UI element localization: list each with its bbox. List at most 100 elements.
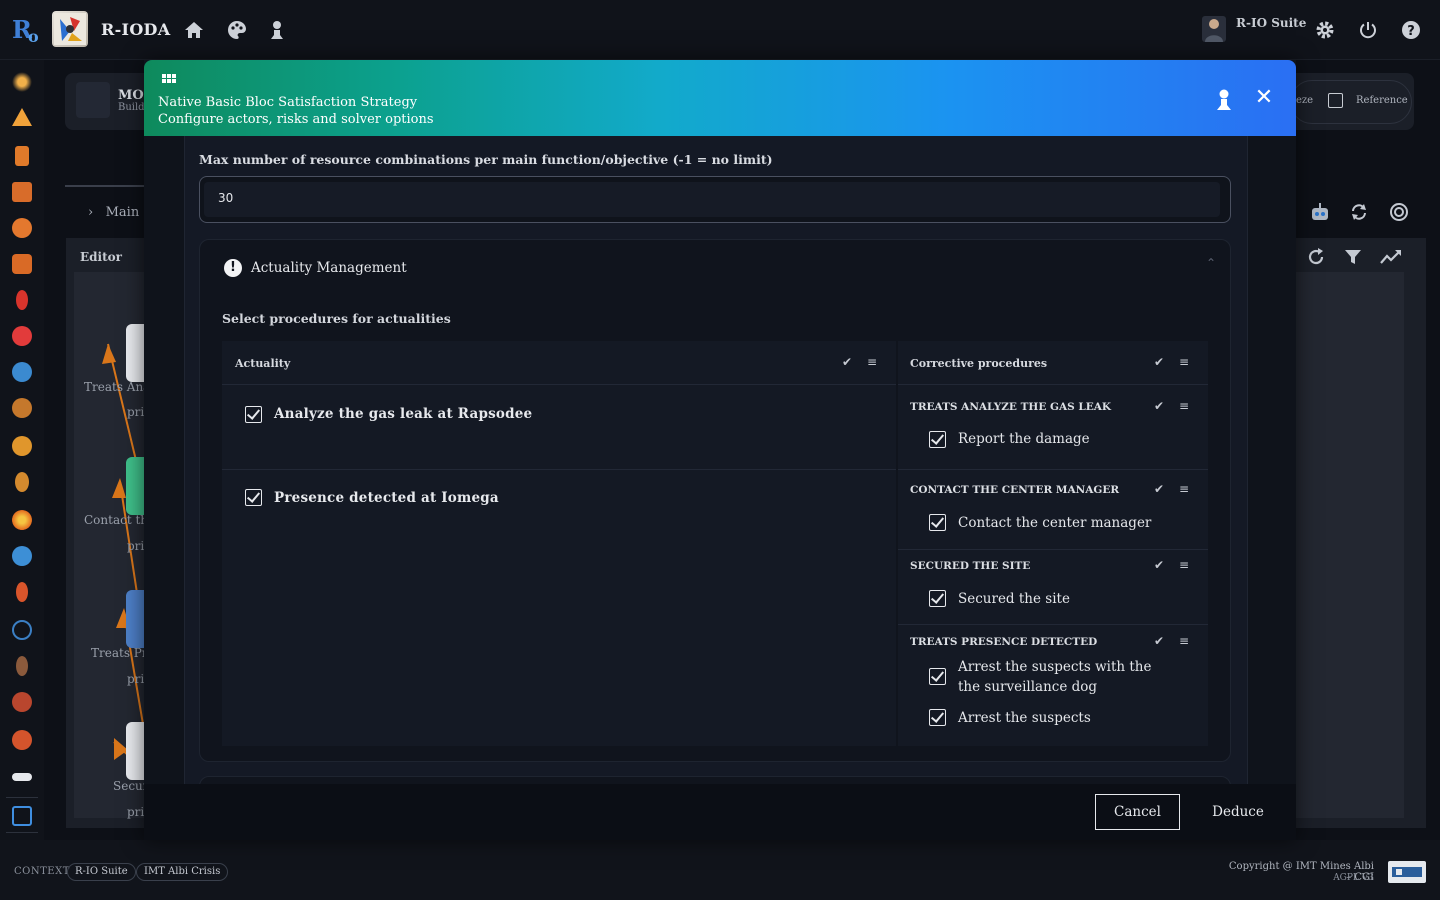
context-label: CONTEXT bbox=[14, 866, 70, 877]
filter-icon[interactable] bbox=[1342, 246, 1364, 268]
sidebar-tool-icon-19[interactable] bbox=[12, 730, 32, 750]
select-procedures-label: Select procedures for actualities bbox=[222, 311, 451, 326]
sidebar-tool-icon-11[interactable] bbox=[12, 436, 32, 456]
graph-node[interactable] bbox=[126, 590, 146, 648]
fire-icon[interactable] bbox=[12, 510, 32, 530]
section-title[interactable]: Actuality Management bbox=[251, 260, 407, 276]
max-combinations-label: Max number of resource combinations per … bbox=[199, 152, 773, 167]
person-icon[interactable] bbox=[266, 19, 288, 41]
menu-icon[interactable]: ≡ bbox=[1179, 355, 1189, 369]
graph-node[interactable] bbox=[126, 324, 146, 382]
sync-icon[interactable] bbox=[1348, 201, 1370, 223]
trend-icon[interactable] bbox=[1380, 246, 1402, 268]
close-icon[interactable]: ✕ bbox=[1252, 86, 1276, 110]
user-avatar[interactable] bbox=[1202, 16, 1226, 42]
svg-text:o: o bbox=[28, 27, 39, 46]
window-icon bbox=[162, 74, 176, 83]
model-icon bbox=[76, 82, 110, 118]
context-chip-suite[interactable]: R-IO Suite bbox=[67, 863, 136, 881]
sidebar-tool-icon-4[interactable] bbox=[12, 182, 32, 202]
right-canvas bbox=[1296, 272, 1404, 818]
procedure-label[interactable]: Arrest the suspects with the the surveil… bbox=[958, 657, 1173, 697]
sidebar-tool-icon-10[interactable] bbox=[12, 398, 32, 418]
document-icon[interactable] bbox=[15, 146, 29, 166]
check-all-icon[interactable]: ✔ bbox=[1154, 634, 1164, 648]
procedure-checkbox[interactable] bbox=[929, 431, 946, 448]
r-io-logo-icon[interactable]: R o bbox=[12, 12, 42, 46]
breadcrumb[interactable]: › Main bbox=[88, 205, 139, 220]
procedure-label[interactable]: Contact the center manager bbox=[958, 513, 1151, 533]
actuality-checkbox[interactable] bbox=[245, 406, 262, 423]
procedure-group-title: CONTACT THE CENTER MANAGER bbox=[910, 484, 1120, 496]
target-icon[interactable] bbox=[1388, 201, 1410, 223]
sidebar-tool-icon-20[interactable] bbox=[12, 773, 32, 781]
sidebar-tool-icon-17[interactable] bbox=[16, 656, 28, 676]
check-all-icon[interactable]: ✔ bbox=[842, 355, 852, 369]
sidebar-tool-icon-15[interactable] bbox=[16, 582, 28, 602]
power-icon[interactable] bbox=[1357, 19, 1379, 41]
modal-subtitle: Configure actors, risks and solver optio… bbox=[158, 112, 434, 127]
network-icon[interactable] bbox=[12, 806, 32, 826]
sidebar-tool-icon-14[interactable] bbox=[12, 546, 32, 566]
procedure-label[interactable]: Report the damage bbox=[958, 429, 1090, 449]
procedure-checkbox[interactable] bbox=[929, 590, 946, 607]
procedure-label[interactable]: Arrest the suspects bbox=[958, 708, 1091, 728]
deduce-button[interactable]: Deduce bbox=[1202, 794, 1274, 830]
warning-icon[interactable] bbox=[12, 108, 32, 126]
heart-icon[interactable] bbox=[12, 326, 32, 346]
settings-gear-icon[interactable] bbox=[1314, 19, 1336, 41]
chevron-up-icon[interactable]: ⌃ bbox=[1206, 256, 1216, 270]
actuality-label[interactable]: Analyze the gas leak at Rapsodee bbox=[274, 406, 532, 422]
check-all-icon[interactable]: ✔ bbox=[1154, 399, 1164, 413]
graph-node[interactable] bbox=[126, 722, 146, 780]
actuality-checkbox[interactable] bbox=[245, 489, 262, 506]
sidebar-divider bbox=[6, 797, 38, 798]
check-all-icon[interactable]: ✔ bbox=[1154, 355, 1164, 369]
sidebar-tool-icon-16[interactable] bbox=[12, 620, 32, 640]
procedure-checkbox[interactable] bbox=[929, 709, 946, 726]
node-label: pri bbox=[127, 405, 145, 419]
modal-header: Native Basic Bloc Satisfaction Strategy … bbox=[144, 60, 1296, 136]
check-all-icon[interactable]: ✔ bbox=[1154, 558, 1164, 572]
sidebar-tool-icon-9[interactable] bbox=[12, 362, 32, 382]
cancel-button[interactable]: Cancel bbox=[1095, 794, 1180, 830]
check-all-icon[interactable]: ✔ bbox=[1154, 482, 1164, 496]
menu-icon[interactable]: ≡ bbox=[1179, 634, 1189, 648]
sidebar-tool-icon-5[interactable] bbox=[12, 218, 32, 238]
menu-icon[interactable]: ≡ bbox=[1179, 399, 1189, 413]
sidebar-tool-icon-7[interactable] bbox=[16, 290, 28, 310]
context-chip-crisis[interactable]: IMT Albi Crisis bbox=[136, 863, 229, 881]
model-title: MO bbox=[118, 88, 144, 103]
svg-text:?: ? bbox=[1407, 24, 1415, 39]
actor-icon[interactable] bbox=[1212, 88, 1236, 112]
breadcrumb-main[interactable]: Main bbox=[106, 205, 140, 220]
node-label: pri bbox=[127, 539, 145, 553]
sidebar-tool-icon-1[interactable] bbox=[12, 72, 32, 92]
max-combinations-inner[interactable] bbox=[204, 182, 1220, 217]
sidebar-tool-icon-6[interactable] bbox=[12, 254, 32, 274]
app-logo-icon[interactable] bbox=[52, 11, 88, 47]
procedure-label[interactable]: Secured the site bbox=[958, 589, 1070, 609]
help-icon[interactable]: ? bbox=[1400, 19, 1422, 41]
graph-node[interactable] bbox=[126, 457, 146, 515]
refresh-icon[interactable] bbox=[1305, 246, 1327, 268]
sidebar-tool-icon-18[interactable] bbox=[12, 692, 32, 712]
palette-icon[interactable] bbox=[226, 19, 248, 41]
sidebar-divider bbox=[6, 832, 38, 833]
menu-icon[interactable]: ≡ bbox=[1179, 558, 1189, 572]
actuality-label[interactable]: Presence detected at Iomega bbox=[274, 490, 499, 506]
tab-underline bbox=[65, 185, 145, 187]
user-name[interactable]: R-IO Suite bbox=[1236, 16, 1306, 30]
menu-icon[interactable]: ≡ bbox=[1179, 482, 1189, 496]
strategy-modal: Native Basic Bloc Satisfaction Strategy … bbox=[144, 60, 1296, 840]
procedure-checkbox[interactable] bbox=[929, 514, 946, 531]
max-combinations-value[interactable]: 30 bbox=[218, 191, 233, 205]
procedure-checkbox[interactable] bbox=[929, 668, 946, 685]
reference-checkbox[interactable] bbox=[1328, 93, 1343, 108]
imt-logo-icon bbox=[1388, 861, 1426, 883]
freeze-label: eze bbox=[1296, 95, 1314, 106]
robot-icon[interactable] bbox=[1309, 201, 1331, 223]
menu-icon[interactable]: ≡ bbox=[867, 355, 877, 369]
sidebar-tool-icon-12[interactable] bbox=[15, 472, 29, 492]
home-icon[interactable] bbox=[183, 19, 205, 41]
